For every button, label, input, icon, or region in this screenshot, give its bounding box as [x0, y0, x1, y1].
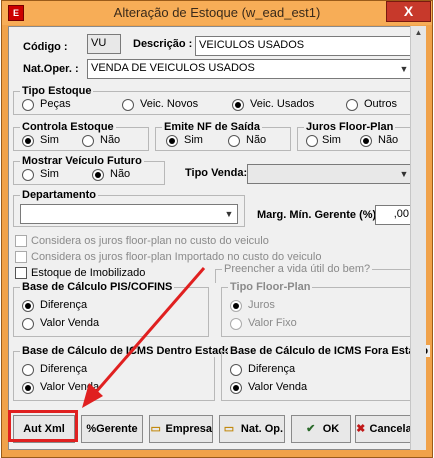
- annotation-arrow: [82, 267, 206, 408]
- arrow-shaft: [94, 267, 206, 393]
